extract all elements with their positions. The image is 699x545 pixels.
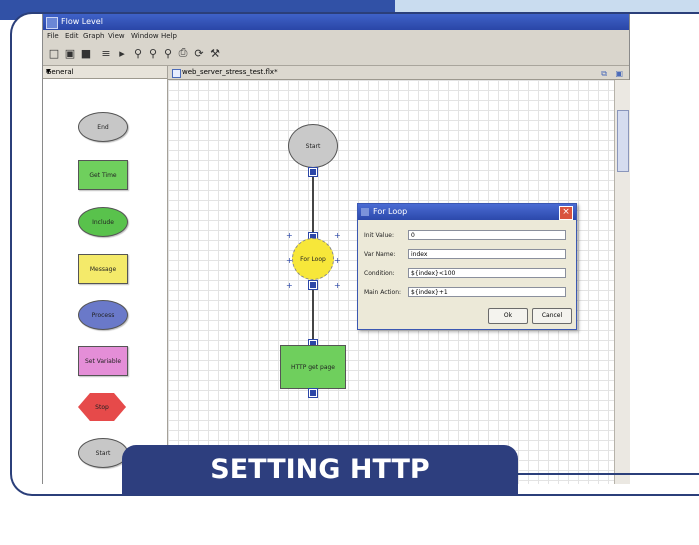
selection-handle[interactable]: + [286,232,293,240]
var-name-input[interactable]: index [408,249,566,259]
selection-handle[interactable]: + [334,232,341,240]
palette-item-label: Stop [95,403,109,411]
menu-graph[interactable]: Graph [83,30,104,43]
node-start[interactable]: Start [288,124,338,168]
scrollbar-thumb[interactable] [617,110,629,172]
for-loop-dialog: For Loop × Init Value: 0 Var Name: index… [357,203,577,330]
frame: Flow Level File Edit Graph View Window H… [10,12,699,496]
palette-item-end[interactable]: End [78,112,128,142]
palette-item-message[interactable]: Message [78,254,128,284]
menu-edit[interactable]: Edit [65,30,79,43]
palette-category-select[interactable]: General ▼ [43,66,167,79]
main-action-input[interactable]: ${index}+1 [408,287,566,297]
connector-port[interactable] [308,280,318,290]
connector-port[interactable] [308,167,318,177]
menu-window[interactable]: Window [131,30,159,43]
node-label: For Loop [300,255,326,263]
save-icon[interactable]: ■ [79,46,93,60]
caption-banner: SETTING HTTP PROPERTIES [122,445,518,535]
connector-port[interactable] [308,388,318,398]
node-http-get-page[interactable]: HTTP get page [280,345,346,389]
editor-tab-title: web_server_stress_test.flx* [182,68,278,76]
palette-item-stop[interactable]: Stop [78,393,126,421]
toolbar: □ ▣ ■ ≡ ▸ ⚲ ⚲ ⚲ ⎙ ⟳ ⚒ [43,43,629,66]
palette-item-label: Process [91,311,115,319]
menu-help[interactable]: Help [161,30,177,43]
dialog-icon [361,208,369,216]
app-icon [46,17,58,29]
palette-item-label: Include [92,218,114,226]
vertical-scrollbar[interactable] [614,80,630,484]
palette-item-start[interactable]: Start [78,438,128,468]
new-file-icon[interactable]: □ [47,46,61,60]
flow-edge [312,286,314,346]
zoom-out-icon[interactable]: ⚲ [161,46,175,60]
refresh-icon[interactable]: ⟳ [192,46,206,60]
palette-item-include[interactable]: Include [78,207,128,237]
maximize-icon[interactable]: ▣ [615,67,623,80]
init-value-input[interactable]: 0 [408,230,566,240]
init-value-label: Init Value: [364,232,394,239]
palette-item-label: Message [89,265,117,273]
palette-item-get-time[interactable]: Get Time [78,160,128,190]
zoom-icon[interactable]: ⚲ [131,46,145,60]
selection-handle[interactable]: + [286,282,293,290]
node-label: HTTP get page [290,363,335,371]
menu-view[interactable]: View [108,30,125,43]
palette-item-set-variable[interactable]: Set Variable [78,346,128,376]
condition-label: Condition: [364,270,395,277]
zoom-in-icon[interactable]: ⚲ [146,46,160,60]
dialog-title: For Loop [373,207,408,216]
dialog-titlebar: For Loop × [358,204,576,220]
window-title: Flow Level [61,17,103,26]
close-icon[interactable]: × [559,206,573,220]
selection-handle[interactable]: + [334,257,341,265]
palette-panel: General ▼ End Get Time Include Message P… [43,66,168,484]
ok-button[interactable]: Ok [488,308,528,324]
node-for-loop[interactable]: For Loop [292,238,334,280]
node-label: Start [305,142,321,150]
palette-item-label: End [97,123,109,131]
play-icon[interactable]: ▸ [115,46,129,60]
restore-icon[interactable]: ⧉ [601,67,607,80]
palette-item-label: Start [95,449,111,457]
window-titlebar: Flow Level [43,14,629,30]
print-icon[interactable]: ⎙ [176,46,190,60]
open-folder-icon[interactable]: ▣ [63,46,77,60]
chevron-down-icon[interactable]: ▼ [46,66,163,78]
menu-file[interactable]: File [47,30,59,43]
palette-item-process[interactable]: Process [78,300,128,330]
main-action-label: Main Action: [364,289,402,296]
file-icon [172,69,181,78]
cancel-button[interactable]: Cancel [532,308,572,324]
var-name-label: Var Name: [364,251,396,258]
tools-icon[interactable]: ⚒ [208,46,222,60]
list-icon[interactable]: ≡ [99,46,113,60]
palette-item-label: Get Time [89,171,117,179]
menu-bar: File Edit Graph View Window Help [43,30,629,43]
banner-underline [516,473,699,497]
palette-item-label: Set Variable [84,357,122,365]
selection-handle[interactable]: + [334,282,341,290]
flow-edge [312,172,314,232]
editor-tab[interactable]: web_server_stress_test.flx* ⧉ ▣ [168,66,629,80]
condition-input[interactable]: ${index}<100 [408,268,566,278]
